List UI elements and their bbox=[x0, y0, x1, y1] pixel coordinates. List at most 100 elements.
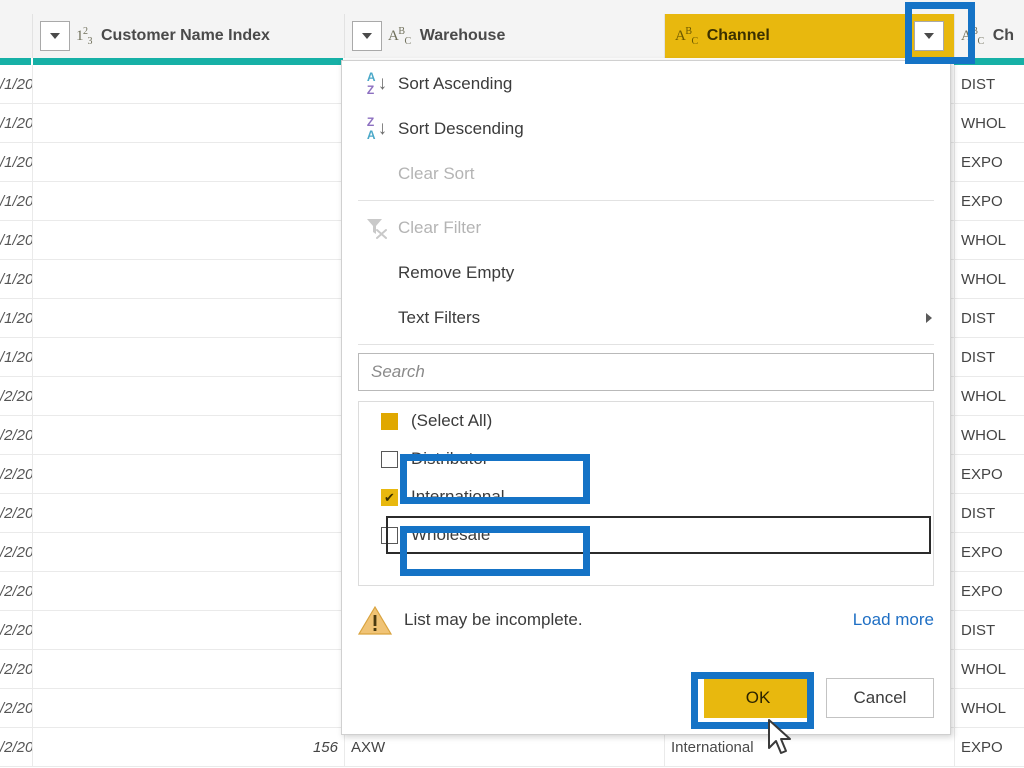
table-cell-index[interactable] bbox=[32, 416, 344, 454]
table-cell-date[interactable]: /2/2014 bbox=[0, 689, 32, 727]
chevron-down-icon bbox=[362, 33, 372, 39]
table-cell-index[interactable] bbox=[32, 611, 344, 649]
menu-item-sort-ascending[interactable]: AZ ↓ Sort Ascending bbox=[342, 61, 950, 106]
menu-item-label: Clear Sort bbox=[398, 163, 475, 183]
filter-item-label: International bbox=[411, 487, 505, 506]
table-cell-index[interactable] bbox=[32, 143, 344, 181]
table-cell-code[interactable]: EXPO bbox=[954, 533, 1024, 571]
column-header-label: Customer Name Index bbox=[101, 27, 270, 44]
menu-item-clear-filter[interactable]: Clear Filter bbox=[342, 205, 950, 250]
menu-item-clear-sort[interactable]: Clear Sort bbox=[342, 151, 950, 196]
column-header-date[interactable] bbox=[0, 14, 32, 58]
cancel-button[interactable]: Cancel bbox=[826, 678, 934, 718]
table-cell-index[interactable] bbox=[32, 650, 344, 688]
table-cell-date[interactable]: /1/2014 bbox=[0, 104, 32, 142]
channel-dropdown-button[interactable] bbox=[914, 21, 944, 51]
checkbox-partial-icon[interactable] bbox=[381, 412, 398, 430]
table-cell-index[interactable] bbox=[32, 299, 344, 337]
power-query-filter-screen: 123 Customer Name Index ABC Warehouse AB… bbox=[0, 0, 1024, 768]
table-cell-date[interactable]: /1/2014 bbox=[0, 260, 32, 298]
table-cell-code[interactable]: WHOL bbox=[954, 260, 1024, 298]
table-cell-date[interactable]: /1/2014 bbox=[0, 299, 32, 337]
table-cell-code[interactable]: WHOL bbox=[954, 416, 1024, 454]
checkbox-unchecked-icon[interactable] bbox=[381, 450, 398, 468]
column-header-warehouse[interactable]: ABC Warehouse bbox=[344, 14, 664, 58]
menu-item-remove-empty[interactable]: Remove Empty bbox=[342, 250, 950, 295]
table-cell-date[interactable]: /1/2014 bbox=[0, 143, 32, 181]
warehouse-dropdown-button[interactable] bbox=[352, 21, 382, 51]
table-cell-date[interactable]: /2/2014 bbox=[0, 533, 32, 571]
table-cell-code[interactable]: DIST bbox=[954, 299, 1024, 337]
menu-item-sort-descending[interactable]: ZA ↓ Sort Descending bbox=[342, 106, 950, 151]
filter-item-select-all[interactable]: (Select All) bbox=[359, 402, 933, 440]
column-header-customer-name-index[interactable]: 123 Customer Name Index bbox=[32, 14, 344, 58]
table-cell-index[interactable] bbox=[32, 494, 344, 532]
chevron-down-icon bbox=[50, 33, 60, 39]
load-more-link[interactable]: Load more bbox=[853, 610, 934, 630]
table-cell-date[interactable]: /2/2014 bbox=[0, 377, 32, 415]
checkbox-unchecked-icon[interactable] bbox=[381, 526, 398, 544]
table-cell-code[interactable]: WHOL bbox=[954, 221, 1024, 259]
sort-za-icon: ZA ↓ bbox=[366, 114, 388, 142]
table-cell-code[interactable]: DIST bbox=[954, 65, 1024, 103]
table-cell-date[interactable]: /2/2014 bbox=[0, 611, 32, 649]
table-cell-index[interactable] bbox=[32, 572, 344, 610]
table-cell-code[interactable]: DIST bbox=[954, 338, 1024, 376]
table-cell-index[interactable] bbox=[32, 377, 344, 415]
table-cell-index[interactable]: 156 bbox=[32, 728, 344, 766]
table-cell-code[interactable]: WHOL bbox=[954, 377, 1024, 415]
filter-value-list[interactable]: (Select All) Distributor International W… bbox=[358, 401, 934, 586]
column-header-channel[interactable]: ABC Channel bbox=[664, 14, 954, 58]
table-cell-date[interactable]: /1/2014 bbox=[0, 65, 32, 103]
menu-item-text-filters[interactable]: Text Filters bbox=[342, 295, 950, 340]
table-cell-index[interactable] bbox=[32, 104, 344, 142]
table-cell-code[interactable]: WHOL bbox=[954, 650, 1024, 688]
table-cell-code[interactable]: EXPO bbox=[954, 572, 1024, 610]
column-header-label: Warehouse bbox=[419, 27, 506, 44]
table-cell-code[interactable]: DIST bbox=[954, 494, 1024, 532]
table-cell-code[interactable]: EXPO bbox=[954, 182, 1024, 220]
checkbox-checked-icon[interactable] bbox=[381, 488, 398, 506]
channel-filter-dropdown[interactable]: AZ ↓ Sort Ascending ZA ↓ Sort Descending… bbox=[341, 60, 951, 735]
ok-button[interactable]: OK bbox=[704, 678, 812, 718]
column-accent-strip bbox=[33, 58, 343, 65]
table-cell-index[interactable] bbox=[32, 689, 344, 727]
filter-item-distributor[interactable]: Distributor bbox=[359, 440, 933, 478]
notice-text: List may be incomplete. bbox=[404, 610, 583, 629]
table-cell-date[interactable]: /2/2014 bbox=[0, 650, 32, 688]
filter-item-international[interactable]: International bbox=[359, 478, 933, 516]
filter-item-wholesale[interactable]: Wholesale bbox=[359, 516, 933, 554]
table-cell-code[interactable]: EXPO bbox=[954, 728, 1024, 766]
table-cell-code[interactable]: EXPO bbox=[954, 143, 1024, 181]
filter-search-input[interactable]: Search bbox=[358, 353, 934, 391]
table-cell-date[interactable]: /2/2014 bbox=[0, 572, 32, 610]
table-cell-date[interactable]: /1/2014 bbox=[0, 182, 32, 220]
table-cell-code[interactable]: DIST bbox=[954, 611, 1024, 649]
table-cell-index[interactable] bbox=[32, 338, 344, 376]
column-header-channel-code[interactable]: ABC Ch bbox=[954, 14, 1024, 58]
table-cell-date[interactable]: /2/2014 bbox=[0, 416, 32, 454]
table-cell-date[interactable]: /2/2014 bbox=[0, 455, 32, 493]
table-cell-code[interactable]: WHOL bbox=[954, 689, 1024, 727]
table-cell-code[interactable]: WHOL bbox=[954, 104, 1024, 142]
menu-item-label: Sort Ascending bbox=[398, 73, 513, 93]
menu-item-label: Remove Empty bbox=[398, 262, 515, 282]
table-cell-code[interactable]: EXPO bbox=[954, 455, 1024, 493]
filter-item-label: (Select All) bbox=[411, 411, 493, 430]
text-type-icon: ABC bbox=[388, 25, 411, 47]
table-cell-date[interactable]: /1/2014 bbox=[0, 221, 32, 259]
customer-name-index-dropdown-button[interactable] bbox=[40, 21, 70, 51]
table-cell-index[interactable] bbox=[32, 182, 344, 220]
table-cell-date[interactable]: /2/2014 bbox=[0, 728, 32, 766]
table-cell-index[interactable] bbox=[32, 65, 344, 103]
table-cell-index[interactable] bbox=[32, 455, 344, 493]
menu-item-label: Clear Filter bbox=[398, 217, 482, 237]
table-cell-date[interactable]: /1/2014 bbox=[0, 338, 32, 376]
table-cell-date[interactable]: /2/2014 bbox=[0, 494, 32, 532]
table-cell-index[interactable] bbox=[32, 221, 344, 259]
menu-item-label: Sort Descending bbox=[398, 118, 524, 138]
table-cell-index[interactable] bbox=[32, 260, 344, 298]
menu-item-label: Text Filters bbox=[398, 307, 481, 327]
column-accent-strip bbox=[0, 58, 31, 65]
table-cell-index[interactable] bbox=[32, 533, 344, 571]
